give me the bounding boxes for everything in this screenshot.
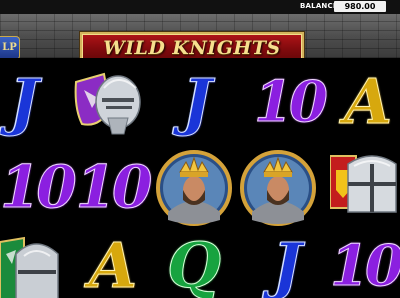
- symbol-a: A: [88, 229, 138, 298]
- header-band: LP WILD KNIGHTS: [0, 14, 400, 64]
- symbol-j: J: [9, 65, 39, 138]
- symbol-ten: 10: [0, 153, 77, 222]
- symbol-a: A: [343, 65, 393, 138]
- help-button[interactable]: LP: [0, 36, 20, 60]
- shield-helmet-icon: [74, 72, 141, 135]
- reel-area: J J 10 A 10 10 A Q J 10: [0, 58, 400, 298]
- crusader-helmet-icon: [329, 155, 397, 213]
- symbol-ten: 10: [75, 153, 153, 222]
- king-portrait-icon: [156, 150, 232, 226]
- green-shield-helmet-icon: [0, 236, 59, 298]
- symbol-q: Q: [166, 229, 221, 298]
- top-bar: BALANCE 980.00: [0, 0, 400, 15]
- symbol-j: J: [182, 65, 212, 138]
- king-portrait-symbol: [154, 150, 234, 226]
- balance-value: 980.00: [334, 1, 386, 12]
- crusader-helmet-symbol: [329, 150, 400, 226]
- symbol-j: J: [272, 229, 302, 298]
- king-portrait-icon: [240, 150, 316, 226]
- symbol-ten: 10: [254, 69, 329, 136]
- slot-game: BALANCE 980.00 LP WILD KNIGHTS J J 10 A: [0, 0, 400, 298]
- shield-helmet-symbol: [70, 68, 150, 140]
- balance-label: BALANCE: [300, 2, 338, 10]
- symbol-ten: 10: [330, 233, 400, 298]
- green-shield-helmet-symbol: [0, 234, 62, 298]
- king-portrait-symbol: [238, 150, 318, 226]
